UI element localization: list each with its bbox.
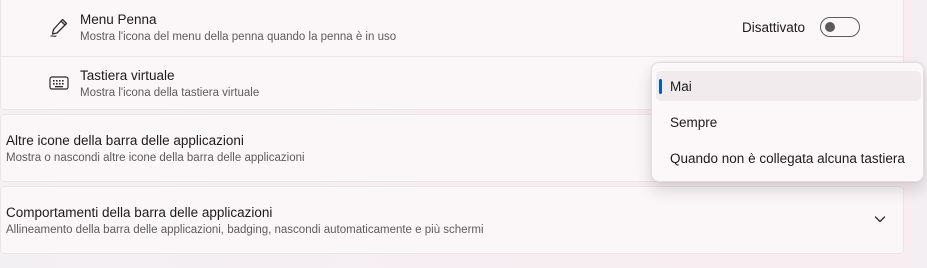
behaviors-description: Allineamento della barra delle applicazi…: [6, 224, 484, 236]
pen-menu-description: Mostra l'icona del menu della penna quan…: [80, 31, 397, 43]
other-icons-title: Altre icone della barra delle applicazio…: [6, 133, 244, 148]
pen-menu-toggle[interactable]: [820, 17, 860, 37]
pen-icon: [50, 18, 68, 37]
dropdown-option-label: Quando non è collegata alcuna tastiera: [670, 151, 905, 166]
other-icons-description: Mostra o nascondi altre icone della barr…: [6, 152, 305, 164]
touch-keyboard-title: Tastiera virtuale: [80, 68, 175, 83]
dropdown-option-label: Sempre: [670, 115, 718, 130]
toggle-knob: [825, 22, 835, 32]
behaviors-title: Comportamenti della barra delle applicaz…: [6, 205, 273, 220]
keyboard-icon: [49, 76, 69, 90]
chevron-down-icon[interactable]: [872, 211, 888, 227]
dropdown-option-no-keyboard[interactable]: Quando non è collegata alcuna tastiera: [656, 143, 921, 173]
dropdown-option-label: Mai: [670, 79, 692, 94]
divider: [1, 56, 903, 57]
taskbar-behaviors-card[interactable]: [0, 186, 904, 254]
dropdown-option-never[interactable]: Mai: [656, 71, 921, 101]
pen-menu-title: Menu Penna: [80, 12, 157, 27]
touch-keyboard-dropdown: Mai Sempre Quando non è collegata alcuna…: [651, 62, 924, 182]
dropdown-option-always[interactable]: Sempre: [656, 107, 921, 137]
pen-menu-toggle-label: Disattivato: [742, 20, 806, 35]
selection-indicator: [659, 79, 662, 94]
touch-keyboard-description: Mostra l'icona della tastiera virtuale: [80, 87, 260, 99]
